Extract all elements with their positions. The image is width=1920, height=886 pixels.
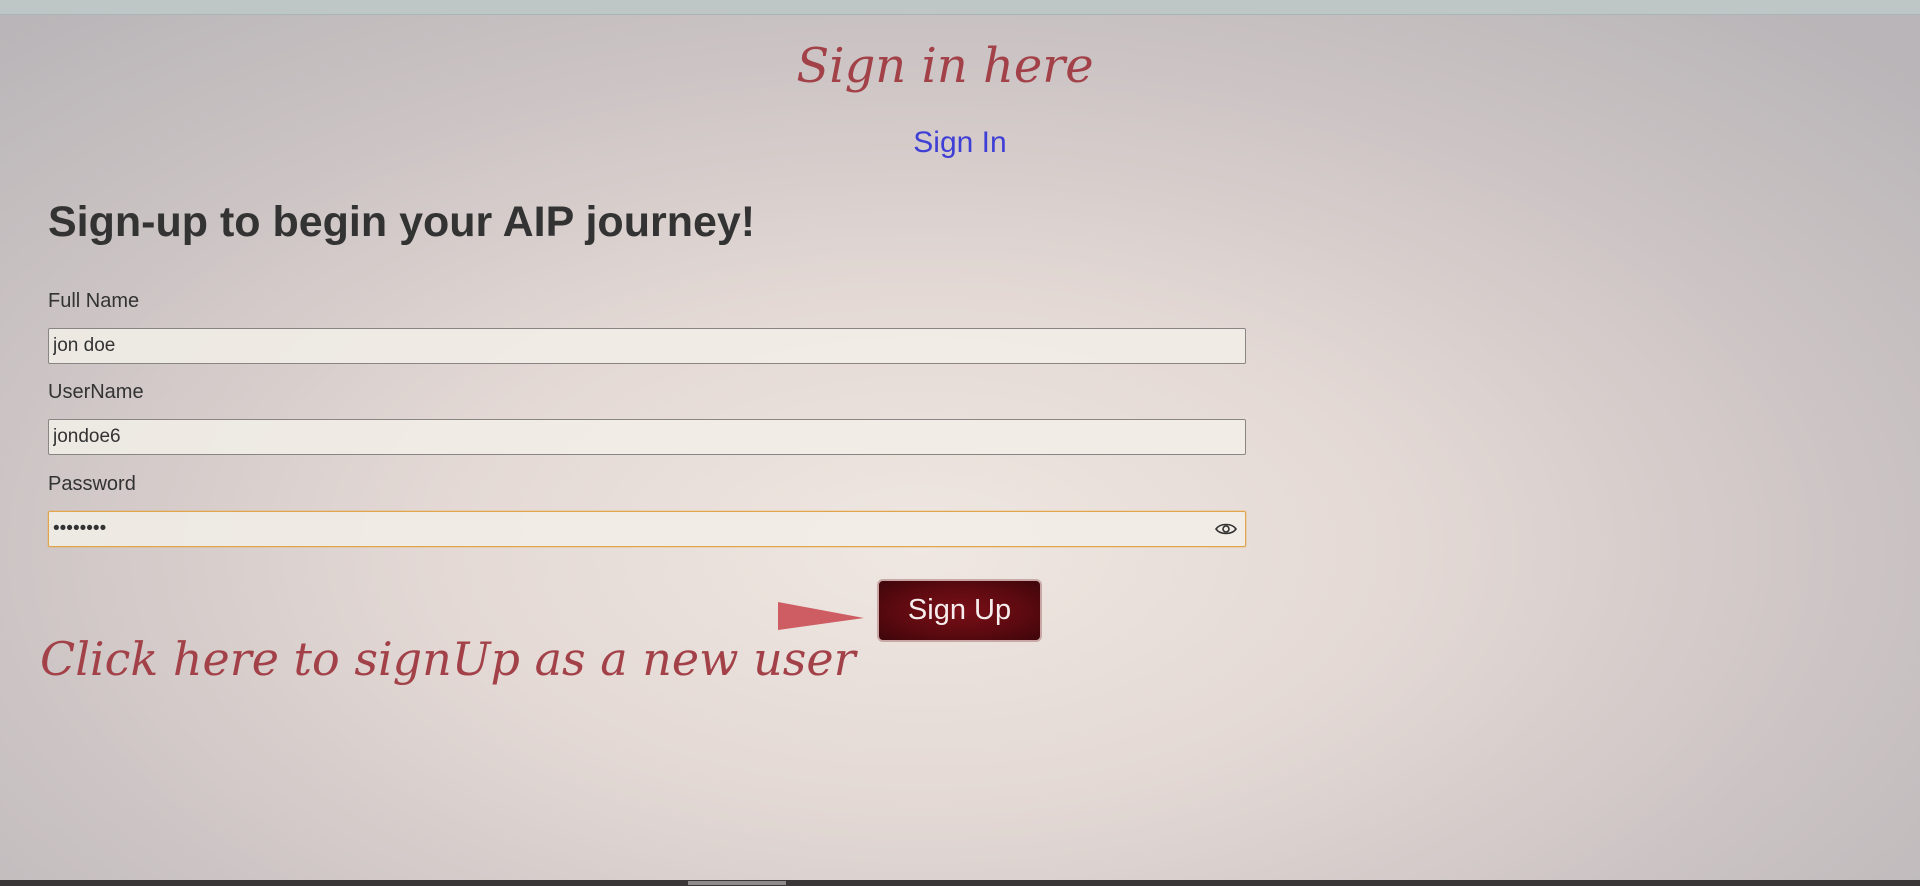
bottom-scrollbar[interactable] (0, 880, 1920, 886)
full-name-input[interactable] (48, 328, 1246, 364)
scrollbar-thumb[interactable] (688, 881, 786, 885)
annotation-signup-hint: Click here to signUp as a new user (40, 632, 856, 686)
page-heading: Sign-up to begin your AIP journey! (48, 198, 756, 246)
password-label: Password (48, 473, 136, 495)
eye-icon[interactable] (1214, 520, 1238, 538)
password-input[interactable] (48, 511, 1246, 547)
top-browser-strip (0, 0, 1920, 15)
full-name-label: Full Name (48, 290, 140, 312)
sign-in-link[interactable]: Sign In (0, 126, 1920, 160)
username-input[interactable] (48, 419, 1246, 455)
arrow-pointer-icon (776, 598, 868, 634)
sign-up-button[interactable]: Sign Up (877, 579, 1042, 642)
annotation-sign-in-here: Sign in here (796, 38, 1094, 94)
sign-in-link-label: Sign In (913, 126, 1007, 159)
username-label: UserName (48, 381, 144, 403)
